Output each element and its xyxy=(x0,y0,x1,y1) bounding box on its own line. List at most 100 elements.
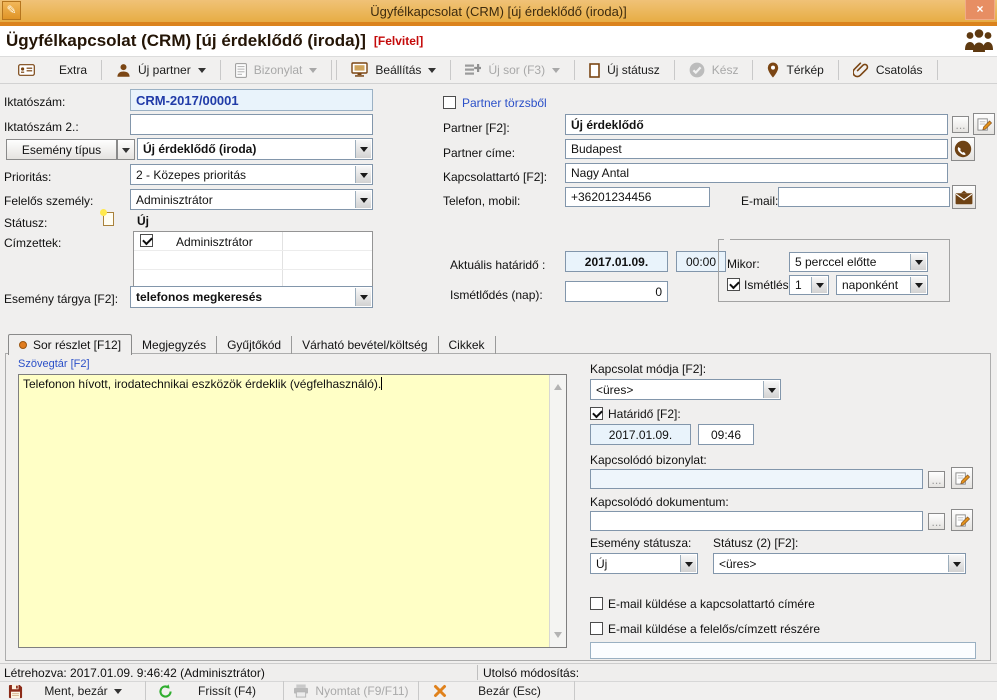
done-button[interactable]: Kész xyxy=(677,58,751,82)
person-icon xyxy=(116,63,131,78)
page-title: Ügyfélkapcsolat (CRM) [új érdeklődő (iro… xyxy=(6,31,366,51)
hatarido-time-field[interactable]: 09:46 xyxy=(698,424,754,445)
ismetles-checkbox[interactable] xyxy=(727,278,740,291)
ismetlodes-label: Ismétlődés (nap): xyxy=(450,288,543,302)
dropdown-arrow[interactable] xyxy=(811,277,827,293)
toolbar-separator xyxy=(937,60,938,80)
partner-torzsbol-checkbox[interactable] xyxy=(443,96,456,109)
send-email-button[interactable] xyxy=(952,185,976,209)
iktatoszam-field[interactable]: CRM-2017/00001 xyxy=(130,89,373,111)
call-button[interactable] xyxy=(951,137,975,161)
dropdown-arrow[interactable] xyxy=(355,191,371,208)
kapcsolattarto-field[interactable]: Nagy Antal xyxy=(565,163,948,183)
new-partner-button[interactable]: Új partner xyxy=(104,58,218,82)
dropdown-arrow[interactable] xyxy=(910,277,926,293)
kapcsolat-modja-combo[interactable]: <üres> xyxy=(590,379,781,400)
toolbar-separator xyxy=(331,60,332,80)
tab-gyujtokod[interactable]: Gyűjtőkód xyxy=(217,336,292,354)
hatarido-checkbox[interactable] xyxy=(590,407,603,420)
dropdown-arrow[interactable] xyxy=(355,288,371,306)
hatarido-date: 2017.01.09. xyxy=(609,428,672,442)
new-status-button[interactable]: Új státusz xyxy=(577,58,672,82)
partner-browse-button[interactable]: ... xyxy=(952,116,969,133)
settings-label: Beállítás xyxy=(375,63,421,77)
close-button[interactable]: Bezár (Esc) xyxy=(447,682,572,700)
tab-megjegyzes[interactable]: Megjegyzés xyxy=(132,336,217,354)
dropdown-arrow[interactable] xyxy=(763,381,779,398)
esemeny-tipus-dropdown-button[interactable] xyxy=(117,139,135,160)
map-button[interactable]: Térkép xyxy=(755,58,835,82)
dropdown-arrow[interactable] xyxy=(948,555,964,572)
tab-sor-reszlet[interactable]: Sor részlet [F12] xyxy=(8,334,132,355)
dokumentum-edit-button[interactable] xyxy=(951,509,973,531)
partner-field[interactable]: Új érdeklődő xyxy=(565,114,948,135)
chevron-down-icon xyxy=(428,68,436,77)
window-close-button[interactable]: × xyxy=(965,0,995,20)
szovegtar-link[interactable]: Szövegtár [F2] xyxy=(18,358,90,370)
monitor-icon xyxy=(351,62,368,78)
title-bar: ✎ Ügyfélkapcsolat (CRM) [új érdeklődő (i… xyxy=(0,0,997,22)
gyakorisag-combo[interactable]: naponként xyxy=(836,275,928,295)
attach-button[interactable]: Csatolás xyxy=(841,58,935,82)
settings-button[interactable]: Beállítás xyxy=(339,58,448,82)
esemeny-targya-combo[interactable]: telefonos megkeresés xyxy=(130,286,373,308)
new-row-button[interactable]: Új sor (F3) xyxy=(453,58,572,82)
scroll-down-icon xyxy=(554,632,562,642)
done-label: Kész xyxy=(712,63,739,77)
hatarido-date-field[interactable]: 2017.01.09. xyxy=(590,424,691,445)
email-extra-field[interactable] xyxy=(590,642,976,659)
refresh-button[interactable]: Frissít (F4) xyxy=(173,682,281,700)
ismetlodes-field[interactable]: 0 xyxy=(565,281,668,302)
email-field[interactable] xyxy=(778,187,950,207)
bottombar-separator xyxy=(574,681,575,700)
felelos-combo[interactable]: Adminisztrátor xyxy=(130,189,373,210)
cimzett-row[interactable] xyxy=(134,251,372,270)
cimzettek-grid[interactable]: Adminisztrátor xyxy=(133,231,373,288)
extra-button[interactable]: Extra xyxy=(47,58,99,82)
kapcsolodo-bizonylat-field[interactable] xyxy=(590,469,923,489)
esemeny-statusza-value: Új xyxy=(596,557,607,571)
partner-cime-field[interactable]: Budapest xyxy=(565,139,948,159)
bizonylat-edit-button[interactable] xyxy=(951,467,973,489)
print-button[interactable]: Nyomtat (F9/F11) xyxy=(286,682,416,700)
dropdown-arrow[interactable] xyxy=(355,166,371,183)
contact-card-button[interactable] xyxy=(6,58,47,82)
memo-scrollbar[interactable] xyxy=(549,375,566,647)
partner-edit-button[interactable] xyxy=(973,113,995,135)
felelos-value: Adminisztrátor xyxy=(136,193,213,207)
iktatoszam2-field[interactable] xyxy=(130,114,373,135)
toolbar-separator xyxy=(450,60,451,80)
ismetles-count-combo[interactable]: 1 xyxy=(789,275,829,295)
prioritas-combo[interactable]: 2 - Közepes prioritás xyxy=(130,164,373,185)
dokumentum-browse-button[interactable]: ... xyxy=(928,513,945,530)
kapcsolodo-dokumentum-field[interactable] xyxy=(590,511,923,531)
tab-cikkek[interactable]: Cikkek xyxy=(439,336,496,354)
statusz-value: Új xyxy=(137,214,149,228)
aktualis-hatarido-date-field[interactable]: 2017.01.09. xyxy=(565,251,668,272)
esemeny-tipus-combo[interactable]: Új érdeklődő (iroda) xyxy=(137,138,373,160)
cimzett-row[interactable]: Adminisztrátor xyxy=(134,232,372,251)
partner-label: Partner [F2]: xyxy=(443,121,510,135)
mikor-combo[interactable]: 5 perccel előtte xyxy=(789,252,928,272)
dropdown-arrow[interactable] xyxy=(680,555,696,572)
esemeny-statusza-combo[interactable]: Új xyxy=(590,553,698,574)
email-felelos-checkbox[interactable] xyxy=(590,622,603,635)
tab-varhato-bevetel[interactable]: Várható bevétel/költség xyxy=(292,336,438,354)
toolbar-separator xyxy=(674,60,675,80)
iktatoszam-value: CRM-2017/00001 xyxy=(136,93,239,108)
statusz2-combo[interactable]: <üres> xyxy=(713,553,966,574)
felelos-label: Felelős személy: xyxy=(4,194,93,208)
cimzett-checkbox[interactable] xyxy=(140,234,153,247)
dropdown-arrow[interactable] xyxy=(910,254,926,270)
szoveg-textarea[interactable]: Telefonon hívott, irodatechnikai eszközö… xyxy=(18,374,567,648)
telefon-field[interactable]: +36201234456 xyxy=(565,187,710,207)
list-add-icon xyxy=(465,63,481,77)
email-felelos-label: E-mail küldése a felelős/címzett részére xyxy=(608,622,820,636)
bizonylat-browse-button[interactable]: ... xyxy=(928,471,945,488)
save-close-button[interactable]: Ment, bezár xyxy=(23,682,143,700)
esemeny-tipus-button[interactable]: Esemény típus xyxy=(6,139,117,160)
bizonylat-button[interactable]: Bizonylat xyxy=(223,58,330,82)
email-kapcsolattarto-checkbox[interactable] xyxy=(590,597,603,610)
esemeny-targya-label: Esemény tárgya [F2]: xyxy=(4,292,118,306)
dropdown-arrow[interactable] xyxy=(355,140,371,158)
